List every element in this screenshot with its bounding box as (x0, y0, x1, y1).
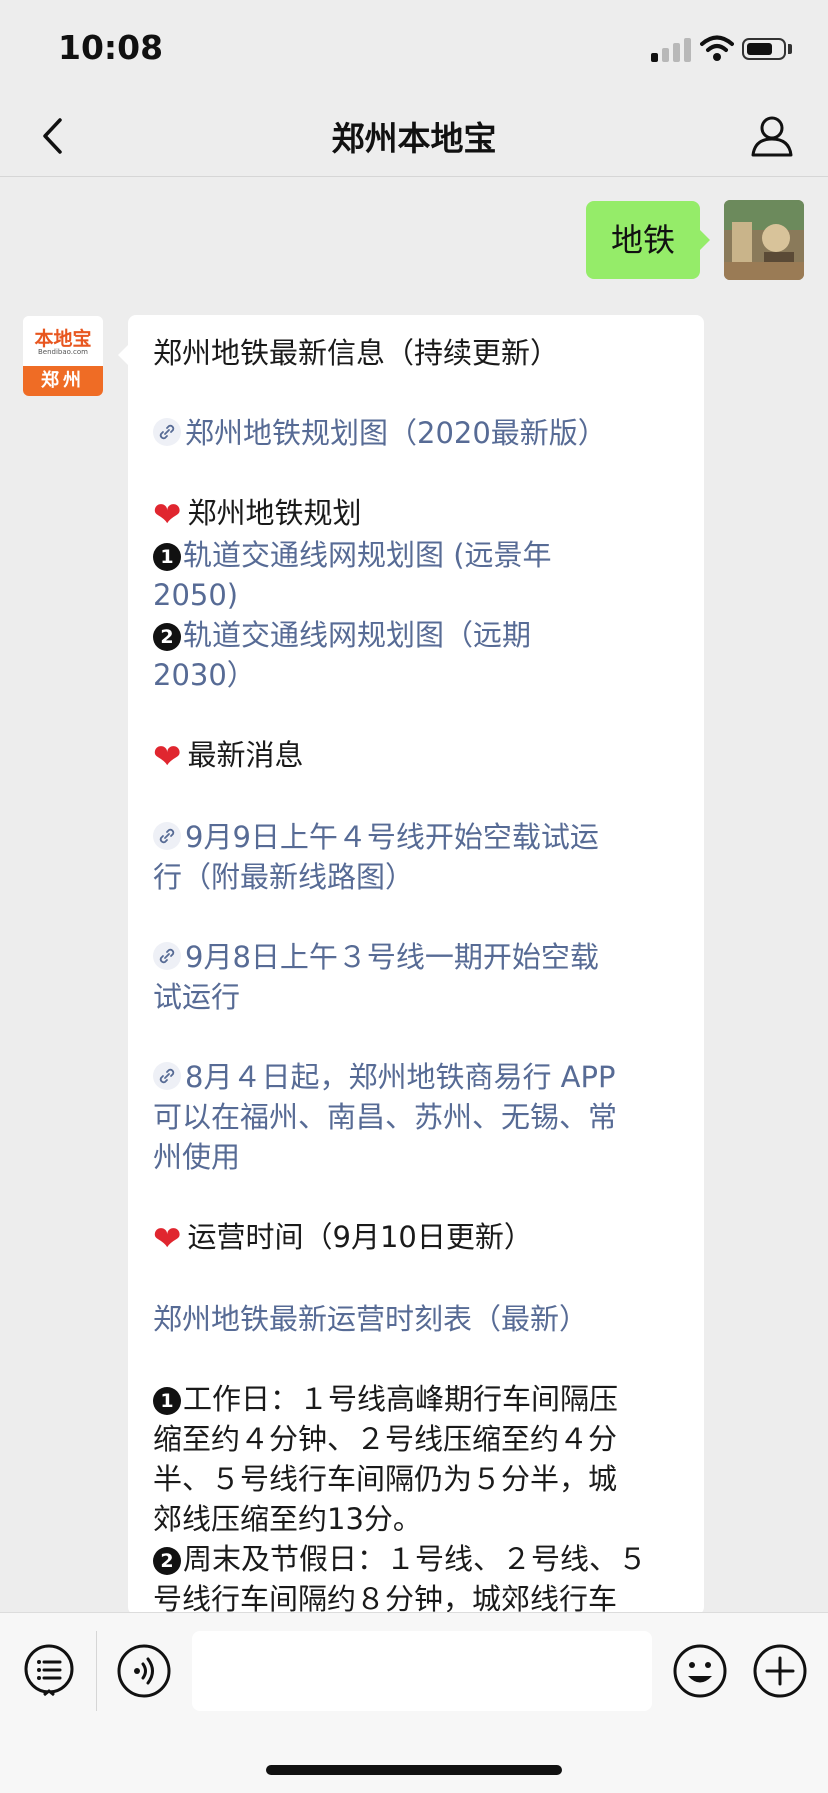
number-two-icon: 2 (153, 1547, 181, 1575)
link-text[interactable]: 行（附最新线路图） (153, 857, 680, 897)
home-indicator[interactable] (266, 1765, 562, 1775)
link-text[interactable]: 可以在福州、南昌、苏州、无锡、常 (153, 1097, 680, 1137)
link-text[interactable]: 2030） (153, 655, 680, 695)
workday-line-1: 1 工作日：１号线高峰期行车间隔压 (153, 1379, 680, 1419)
person-icon (751, 116, 793, 157)
workday-line-3: 半、５号线行车间隔仍为５分半，城 (153, 1462, 618, 1496)
profile-button[interactable] (746, 108, 798, 164)
avatar-brand: 本地宝 (34, 328, 92, 350)
voice-button[interactable] (116, 1643, 172, 1699)
link-text: 郑州地铁规划图（2020最新版） (185, 416, 607, 450)
workday-line-2: 缩至约４分钟、２号线压缩至约４分 (153, 1422, 618, 1456)
plan-item-2[interactable]: 2 轨道交通线网规划图（远期 (153, 615, 680, 655)
heart-icon: ❤ (153, 737, 182, 777)
avatar-city: 郑州 (23, 366, 103, 396)
number-two-icon: 2 (153, 623, 181, 651)
workday-text: 工作日：１号线高峰期行车间隔压 (183, 1382, 619, 1416)
user-message-bubble[interactable]: 地铁 (586, 201, 700, 279)
status-bar: 10:08 (0, 0, 828, 100)
number-one-icon: 1 (153, 543, 181, 571)
link-text[interactable]: 轨道交通线网规划图 (远景年 (183, 538, 552, 572)
link-news-3[interactable]: 8月４日起，郑州地铁商易行 APP (153, 1057, 680, 1097)
heart-icon: ❤ (153, 495, 182, 535)
battery-icon (742, 38, 786, 60)
link-text: 9月8日上午３号线一期开始空载 (185, 940, 599, 974)
user-bubble-tail (700, 230, 710, 250)
link-news-2[interactable]: 9月8日上午３号线一期开始空载 (153, 937, 680, 977)
voice-icon (117, 1644, 171, 1698)
section-plan: ❤ 郑州地铁规划 (153, 493, 680, 535)
number-one-icon: 1 (153, 1387, 181, 1415)
link-text[interactable]: 试运行 (153, 977, 680, 1017)
cellular-signal-icon (651, 38, 693, 62)
link-text[interactable]: 州使用 (153, 1137, 680, 1177)
plus-icon (753, 1644, 807, 1698)
link-icon (153, 942, 181, 970)
page-title: 郑州本地宝 (331, 119, 497, 158)
bot-message-bubble: 郑州地铁最新信息（持续更新） 郑州地铁规划图（2020最新版） ❤ 郑州地铁规划 … (128, 315, 704, 1615)
section-news: ❤ 最新消息 (153, 735, 680, 777)
bot-avatar[interactable]: 本地宝 Bendibao.com 郑州 (23, 316, 103, 396)
link-icon (153, 822, 181, 850)
wifi-icon (700, 35, 734, 61)
link-text: 9月9日上午４号线开始空载试运 (185, 820, 599, 854)
link-icon (153, 418, 181, 446)
message-title: 郑州地铁最新信息（持续更新） (153, 336, 560, 370)
message-input[interactable] (192, 1631, 652, 1711)
link-timetable[interactable]: 郑州地铁最新运营时刻表（最新） (153, 1299, 680, 1339)
section-label: 最新消息 (187, 738, 304, 772)
link-news-1[interactable]: 9月9日上午４号线开始空载试运 (153, 817, 680, 857)
status-time: 10:08 (58, 28, 164, 67)
link-text[interactable]: 2050) (153, 575, 680, 615)
section-hours: ❤ 运营时间（9月10日更新） (153, 1217, 680, 1259)
link-metro-plan-map[interactable]: 郑州地铁规划图（2020最新版） (153, 413, 680, 453)
weekend-line-1: 2 周末及节假日：１号线、２号线、５ (153, 1539, 680, 1579)
link-text: 8月４日起，郑州地铁商易行 APP (185, 1060, 616, 1094)
heart-icon: ❤ (153, 1219, 182, 1259)
workday-line-4: 郊线压缩至约13分。 (153, 1502, 422, 1536)
input-bar (0, 1612, 828, 1793)
section-label: 郑州地铁规划 (187, 496, 362, 530)
weekend-line-2: 号线行车间隔约８分钟，城郊线行车 (153, 1582, 618, 1615)
add-button[interactable] (752, 1643, 808, 1699)
avatar-domain: Bendibao.com (37, 348, 88, 356)
plan-item-1[interactable]: 1 轨道交通线网规划图 (远景年 (153, 535, 680, 575)
section-label: 运营时间（9月10日更新） (187, 1220, 533, 1254)
user-avatar-image (724, 200, 804, 280)
user-avatar[interactable] (724, 200, 804, 280)
smiley-icon (673, 1644, 727, 1698)
list-menu-icon (24, 1644, 74, 1697)
menu-button[interactable] (22, 1643, 76, 1697)
battery-cap (788, 44, 792, 54)
divider (96, 1631, 97, 1711)
weekend-text: 周末及节假日：１号线、２号线、５ (183, 1542, 648, 1576)
link-text[interactable]: 轨道交通线网规划图（远期 (183, 618, 531, 652)
nav-bar: 郑州本地宝 (0, 100, 828, 177)
bot-bubble-tail (118, 345, 128, 365)
emoji-button[interactable] (672, 1643, 728, 1699)
link-icon (153, 1062, 181, 1090)
